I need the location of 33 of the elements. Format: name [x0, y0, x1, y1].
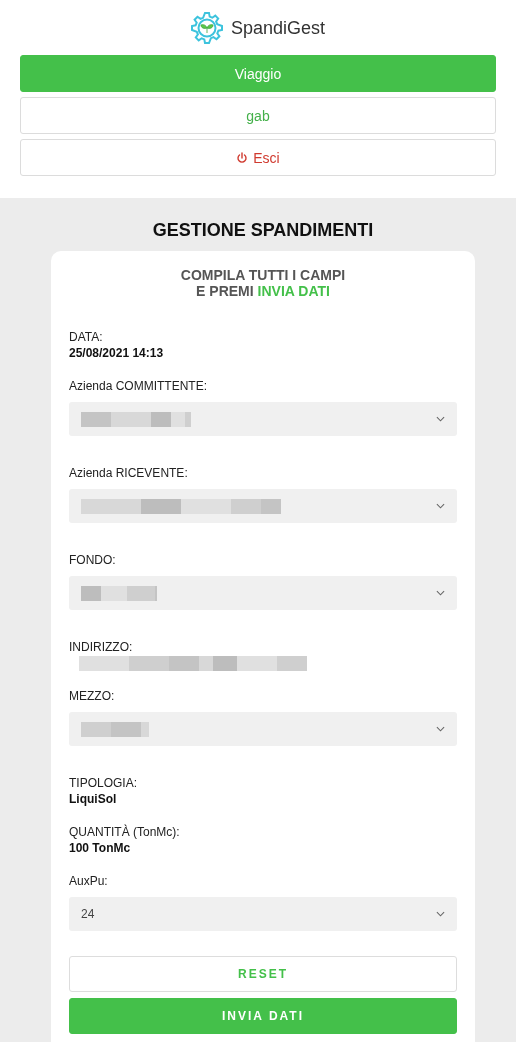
- logout-button[interactable]: Esci: [20, 139, 496, 176]
- submit-button[interactable]: INVIA DATI: [69, 998, 457, 1034]
- field-label: AuxPu:: [69, 873, 108, 889]
- chevron-down-icon: [436, 726, 445, 732]
- app-name: SpandiGest: [230, 17, 326, 39]
- field-value: LiquiSol: [69, 791, 117, 807]
- reset-button[interactable]: RESET: [69, 956, 457, 992]
- select-field[interactable]: [69, 576, 457, 610]
- field-label: INDIRIZZO:: [69, 639, 133, 655]
- power-icon: [236, 151, 249, 164]
- menu-button[interactable]: Viaggio: [20, 55, 496, 92]
- field-value: 100 TonMc: [69, 840, 131, 856]
- select-field[interactable]: [69, 712, 457, 746]
- gear-leaf-icon: [190, 12, 223, 44]
- field-label: Azienda RICEVENTE:: [69, 465, 188, 481]
- chevron-down-icon: [436, 590, 445, 596]
- instruction-text: COMPILA TUTTI I CAMPI: [179, 267, 347, 283]
- field-label: DATA:: [69, 329, 103, 345]
- field-label: FONDO:: [69, 552, 116, 568]
- chevron-down-icon: [436, 503, 445, 509]
- field-label: MEZZO:: [69, 688, 115, 704]
- field-label: Azienda COMMITTENTE:: [69, 378, 208, 394]
- field-value: 25/08/2021 14:13: [69, 345, 164, 361]
- select-field[interactable]: [69, 402, 457, 436]
- chevron-down-icon: [436, 911, 445, 917]
- instruction-text: E PREMI INVIA DATI: [195, 283, 331, 299]
- select-field[interactable]: 24: [69, 897, 457, 931]
- field-label: QUANTITÀ (TonMc):: [69, 824, 180, 840]
- select-field[interactable]: [69, 489, 457, 523]
- user-button[interactable]: gab: [20, 97, 496, 134]
- field-label: TIPOLOGIA:: [69, 775, 137, 791]
- chevron-down-icon: [436, 416, 445, 422]
- page-title: GESTIONE SPANDIMENTI: [151, 220, 375, 241]
